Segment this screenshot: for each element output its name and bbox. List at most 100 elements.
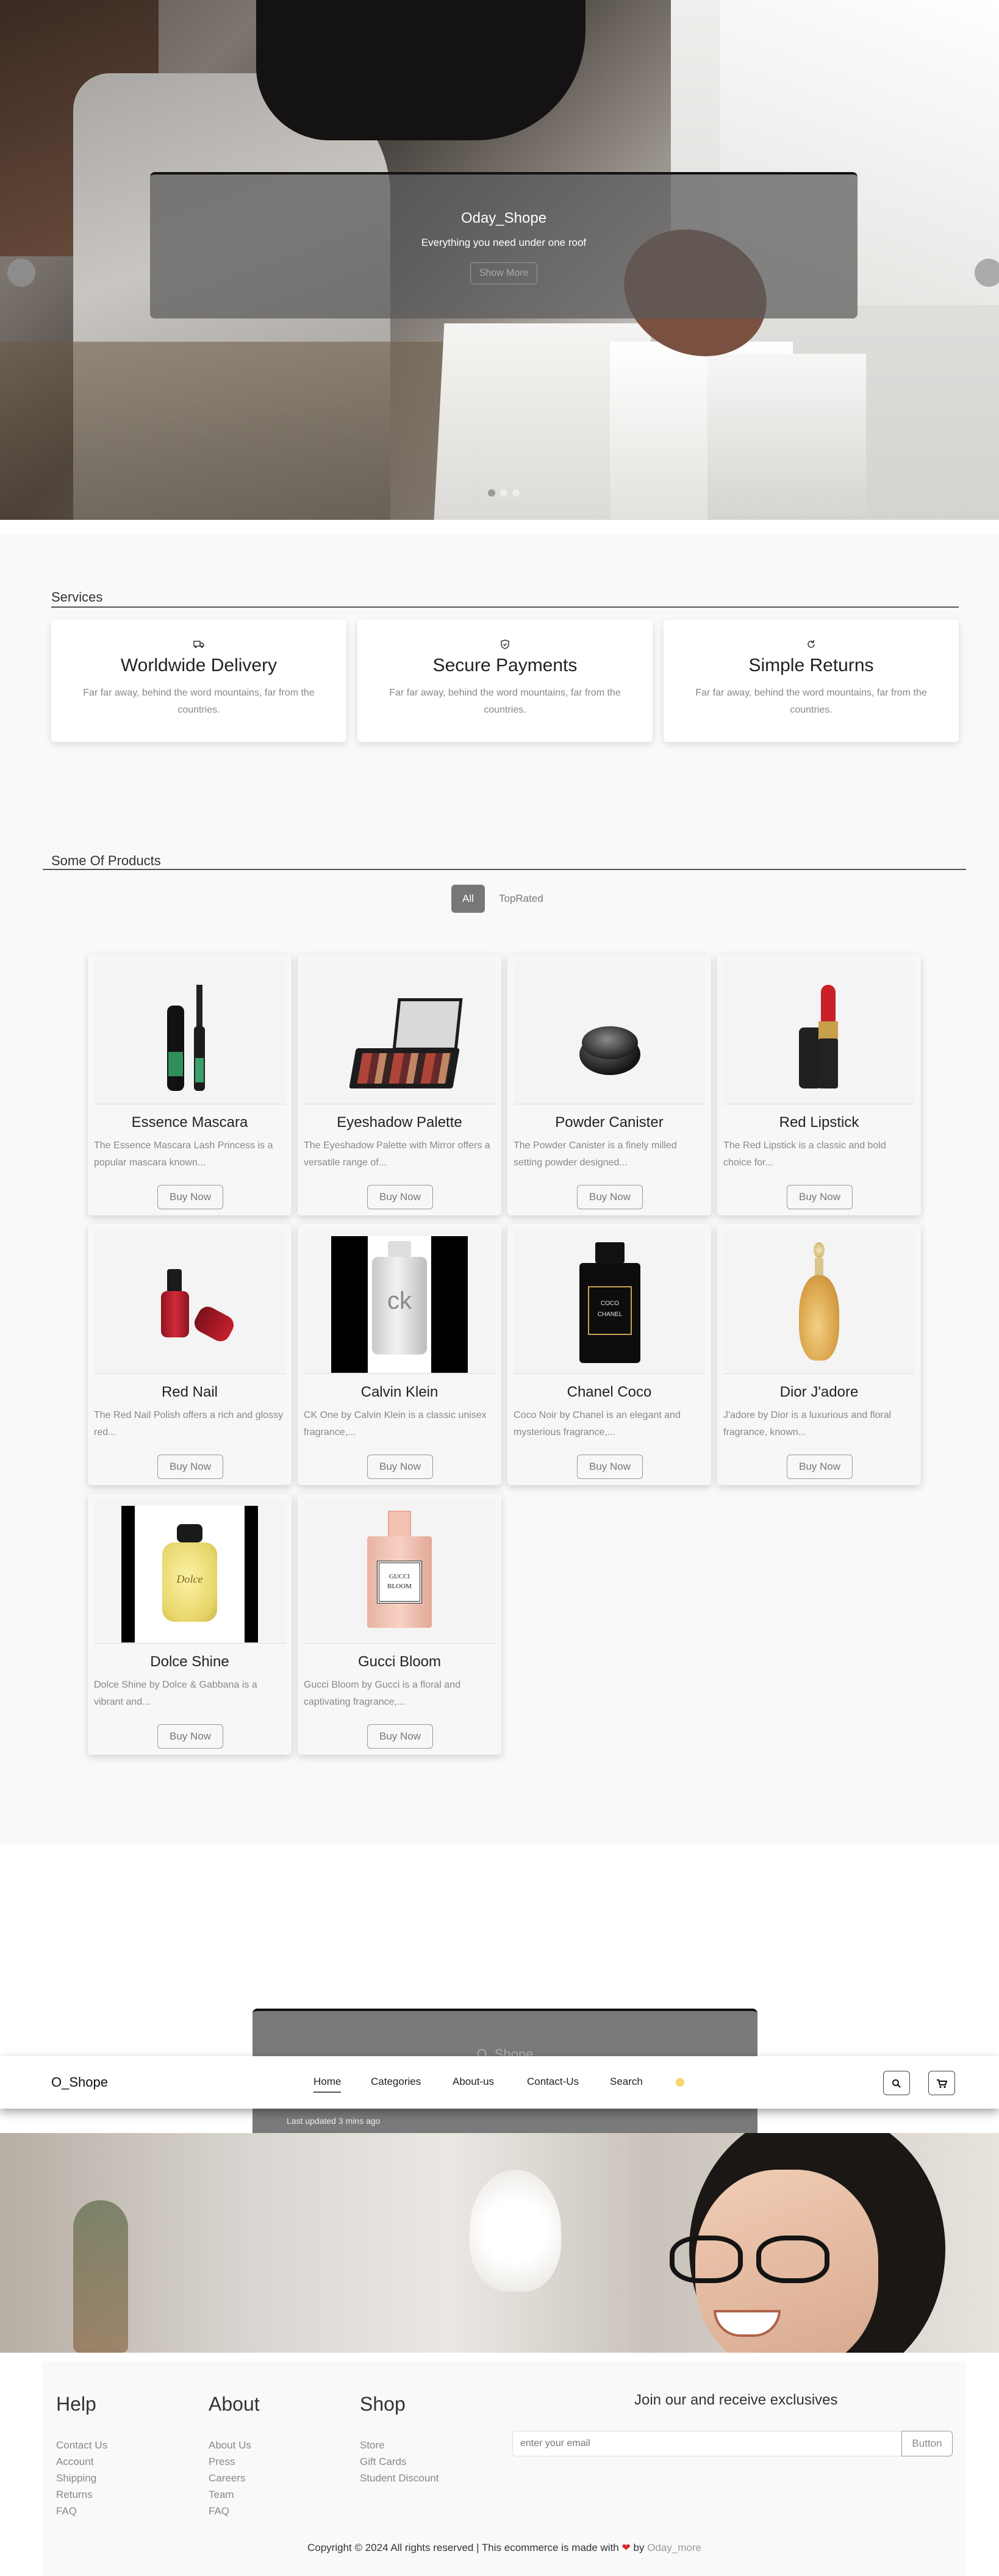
product-image: ck (304, 1230, 495, 1374)
product-name: Red Lipstick (779, 1114, 859, 1131)
product-name: Dolce Shine (150, 1653, 229, 1670)
product-card: ck Calvin Klein CK One by Calvin Klein i… (298, 1224, 501, 1485)
product-description: CK One by Calvin Klein is a classic unis… (304, 1410, 487, 1437)
service-title: Worldwide Delivery (120, 655, 278, 675)
product-name: Essence Mascara (131, 1114, 248, 1131)
product-description: J'adore by Dior is a luxurious and flora… (723, 1410, 892, 1437)
product-card: COCO CHANEL Chanel Coco Coco Noir by Cha… (507, 1224, 711, 1485)
footer-link[interactable]: FAQ (209, 2503, 251, 2519)
carousel-indicator[interactable] (512, 489, 520, 497)
service-description: Far far away, behind the word mountains,… (695, 688, 927, 715)
hero-caption: Oday_Shope Everything you need under one… (150, 172, 858, 318)
product-image (94, 960, 285, 1104)
cart-icon (937, 2079, 948, 2088)
nav-link-search[interactable]: Search (610, 2076, 643, 2088)
footer-link[interactable]: Careers (209, 2470, 251, 2486)
author-link[interactable]: Oday_more (647, 2542, 701, 2553)
footer-link[interactable]: Store (360, 2437, 439, 2453)
product-card: GUCCI BLOOM Gucci Bloom Gucci Bloom by G… (298, 1494, 501, 1755)
services-divider (51, 606, 959, 608)
footer-link[interactable]: Gift Cards (360, 2453, 439, 2470)
product-card: Eyeshadow Palette The Eyeshadow Palette … (298, 954, 501, 1215)
footer-link[interactable]: Returns (56, 2486, 107, 2503)
buy-now-button[interactable]: Buy Now (577, 1455, 643, 1479)
product-name: Eyeshadow Palette (337, 1114, 462, 1131)
buy-now-button[interactable]: Buy Now (367, 1724, 433, 1749)
buy-now-button[interactable]: Buy Now (157, 1724, 223, 1749)
footer-link[interactable]: Team (209, 2486, 251, 2503)
product-card: Red Lipstick The Red Lipstick is a class… (717, 954, 921, 1215)
carousel-indicator[interactable] (500, 489, 507, 497)
buy-now-button[interactable]: Buy Now (367, 1185, 433, 1209)
buy-now-button[interactable]: Buy Now (577, 1185, 643, 1209)
carousel-indicator[interactable] (488, 489, 495, 497)
product-image: Dolce (94, 1500, 285, 1644)
product-name: Chanel Coco (567, 1384, 652, 1400)
hero-subtitle: Everything you need under one roof (421, 237, 587, 248)
footer-help-links: Contact Us Account Shipping Returns FAQ (56, 2437, 107, 2519)
footer-link[interactable]: Account (56, 2453, 107, 2470)
truck-icon (51, 639, 346, 650)
footer: Help Contact Us Account Shipping Returns… (43, 2361, 966, 2576)
footer-about-links: About Us Press Careers Team FAQ (209, 2437, 251, 2519)
product-description: The Essence Mascara Lash Princess is a p… (94, 1140, 273, 1168)
product-image (304, 960, 495, 1104)
product-card: Essence Mascara The Essence Mascara Lash… (88, 954, 292, 1215)
footer-help-title: Help (56, 2393, 96, 2415)
service-card-returns: Simple Returns Far far away, behind the … (664, 620, 959, 742)
navbar: O_Shope Home Categories About-us Contact… (0, 2056, 999, 2109)
promo-banner-image (0, 2133, 999, 2353)
search-icon (892, 2079, 901, 2088)
newsletter-submit-button[interactable]: Button (901, 2431, 953, 2456)
buy-now-button[interactable]: Buy Now (787, 1455, 853, 1479)
product-image (723, 1230, 915, 1374)
buy-now-button[interactable]: Buy Now (367, 1455, 433, 1479)
newsletter-email-input[interactable] (512, 2431, 903, 2456)
product-name: Calvin Klein (360, 1384, 439, 1400)
product-card: Dolce Dolce Shine Dolce Shine by Dolce &… (88, 1494, 292, 1755)
product-description: Dolce Shine by Dolce & Gabbana is a vibr… (94, 1680, 257, 1707)
product-card: Red Nail The Red Nail Polish offers a ri… (88, 1224, 292, 1485)
footer-link[interactable]: Contact Us (56, 2437, 107, 2453)
footer-link[interactable]: Student Discount (360, 2470, 439, 2486)
last-updated-text: Last updated 3 mins ago (287, 2116, 381, 2126)
buy-now-button[interactable]: Buy Now (157, 1455, 223, 1479)
service-description: Far far away, behind the word mountains,… (83, 688, 315, 715)
buy-now-button[interactable]: Buy Now (787, 1185, 853, 1209)
nav-link-home[interactable]: Home (313, 2076, 342, 2093)
product-name: Dior J'adore (779, 1384, 859, 1400)
navbar-brand[interactable]: O_Shope (51, 2074, 108, 2090)
heart-icon: ❤ (621, 2542, 631, 2553)
product-image: COCO CHANEL (514, 1230, 705, 1374)
nav-link-categories[interactable]: Categories (371, 2076, 421, 2088)
product-card: Powder Canister The Powder Canister is a… (507, 954, 711, 1215)
product-description: The Powder Canister is a finely milled s… (514, 1140, 677, 1168)
product-description: The Red Lipstick is a classic and bold c… (723, 1140, 886, 1168)
product-card: Dior J'adore J'adore by Dior is a luxuri… (717, 1224, 921, 1485)
service-title: Secure Payments (432, 655, 578, 675)
cart-button[interactable] (928, 2071, 955, 2095)
product-image: GUCCI BLOOM (304, 1500, 495, 1644)
product-image (514, 960, 705, 1104)
product-description: Coco Noir by Chanel is an elegant and my… (514, 1410, 681, 1437)
product-image (94, 1230, 285, 1374)
service-description: Far far away, behind the word mountains,… (389, 688, 621, 715)
theme-toggle-icon[interactable] (676, 2078, 684, 2087)
search-button[interactable] (883, 2071, 910, 2095)
footer-link[interactable]: Press (209, 2453, 251, 2470)
nav-link-about-us[interactable]: About-us (453, 2076, 494, 2088)
carousel-next-button[interactable] (975, 259, 999, 287)
footer-link[interactable]: FAQ (56, 2503, 107, 2519)
copyright-text: Copyright © 2024 All rights reserved | T… (307, 2542, 702, 2553)
show-more-button[interactable]: Show More (470, 262, 538, 284)
product-image (723, 960, 915, 1104)
footer-link[interactable]: About Us (209, 2437, 251, 2453)
footer-link[interactable]: Shipping (56, 2470, 107, 2486)
nav-link-contact-us[interactable]: Contact-Us (527, 2076, 579, 2088)
filter-all-button[interactable]: All (451, 885, 485, 913)
filter-toprated-button[interactable]: TopRated (488, 885, 554, 913)
product-description: The Red Nail Polish offers a rich and gl… (94, 1410, 284, 1437)
buy-now-button[interactable]: Buy Now (157, 1185, 223, 1209)
refresh-icon (664, 639, 959, 650)
carousel-prev-button[interactable] (7, 259, 35, 287)
